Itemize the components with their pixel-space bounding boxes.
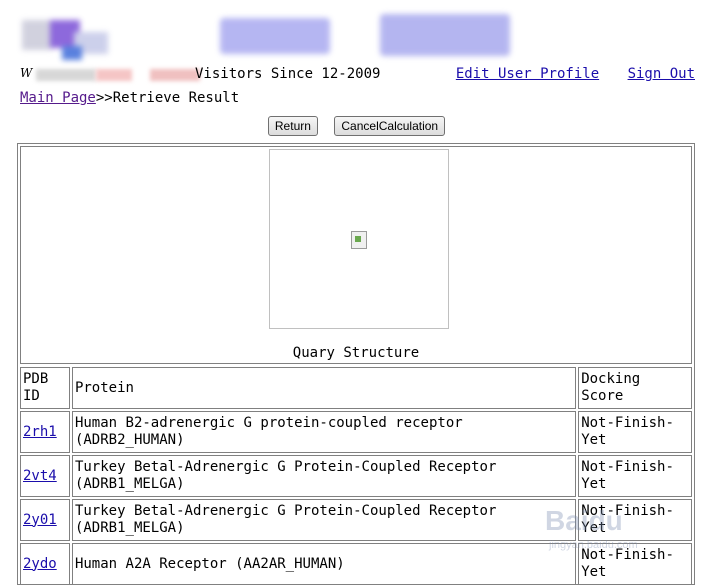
main-page-link[interactable]: Main Page [20,90,96,106]
visitor-count-text: Visitors Since 12-2009 [195,66,381,82]
return-button[interactable]: Return [267,116,318,136]
redacted-text [96,69,132,81]
score-cell: Not-Finish-Yet [578,543,692,585]
header-docking-score: Docking Score [578,367,692,409]
pdb-link[interactable]: 2vt4 [23,468,57,484]
header-pdb-id: PDB ID [20,367,70,409]
user-links: Edit User Profile Sign Out [436,66,695,82]
structure-label: Quary Structure [292,345,420,361]
pdb-link[interactable]: 2rh1 [23,424,57,440]
protein-cell: Turkey Betal-Adrenergic G Protein-Couple… [71,499,577,541]
redacted-text [150,69,200,81]
edit-user-profile-link[interactable]: Edit User Profile [456,66,599,82]
breadcrumb-current: >>Retrieve Result [95,90,240,106]
pdb-id-cell: 2rh1 [20,411,70,453]
pdb-id-cell: 2y01 [20,499,70,541]
site-logo [22,12,112,62]
structure-image-frame [269,149,449,329]
pdb-id-cell: 2vt4 [20,455,70,497]
broken-image-icon [351,231,367,249]
header-protein: Protein [71,367,577,409]
protein-cell: Human A2A Receptor (AA2AR_HUMAN) [71,543,577,585]
table-header-row: PDB ID Protein Docking Score [20,367,692,409]
header-banner [0,0,713,64]
docking-results-table: PDB ID Protein Docking Score 2rh1 Human … [18,365,694,587]
table-row: 2y01 Turkey Betal-Adrenergic G Protein-C… [20,499,692,541]
cancel-calculation-button[interactable]: CancelCalculation [334,116,446,136]
site-subtitle-logo [380,14,510,56]
action-buttons: Return CancelCalculation [0,116,713,136]
table-row: 2ydo Human A2A Receptor (AA2AR_HUMAN) No… [20,543,692,585]
protein-cell: Turkey Betal-Adrenergic G Protein-Couple… [71,455,577,497]
pdb-id-cell: 2ydo [20,543,70,585]
table-row: 2vt4 Turkey Betal-Adrenergic G Protein-C… [20,455,692,497]
score-cell: Not-Finish-Yet [578,499,692,541]
query-structure-cell: Quary Structure [20,146,692,364]
result-table: Quary Structure PDB ID Protein Docking S… [17,143,695,585]
pdb-link[interactable]: 2y01 [23,512,57,528]
sign-out-link[interactable]: Sign Out [628,66,695,82]
score-cell: Not-Finish-Yet [578,411,692,453]
pdb-link[interactable]: 2ydo [23,556,57,572]
redacted-text [36,69,96,81]
visitor-prefix: W [20,66,33,80]
protein-cell: Human B2-adrenergic G protein-coupled re… [71,411,577,453]
site-title-logo [220,18,330,54]
table-row: 2rh1 Human B2-adrenergic G protein-coupl… [20,411,692,453]
visitor-row: W Visitors Since 12-2009 Edit User Profi… [20,66,695,84]
score-cell: Not-Finish-Yet [578,455,692,497]
breadcrumb: Main Page>>Retrieve Result [20,90,239,106]
